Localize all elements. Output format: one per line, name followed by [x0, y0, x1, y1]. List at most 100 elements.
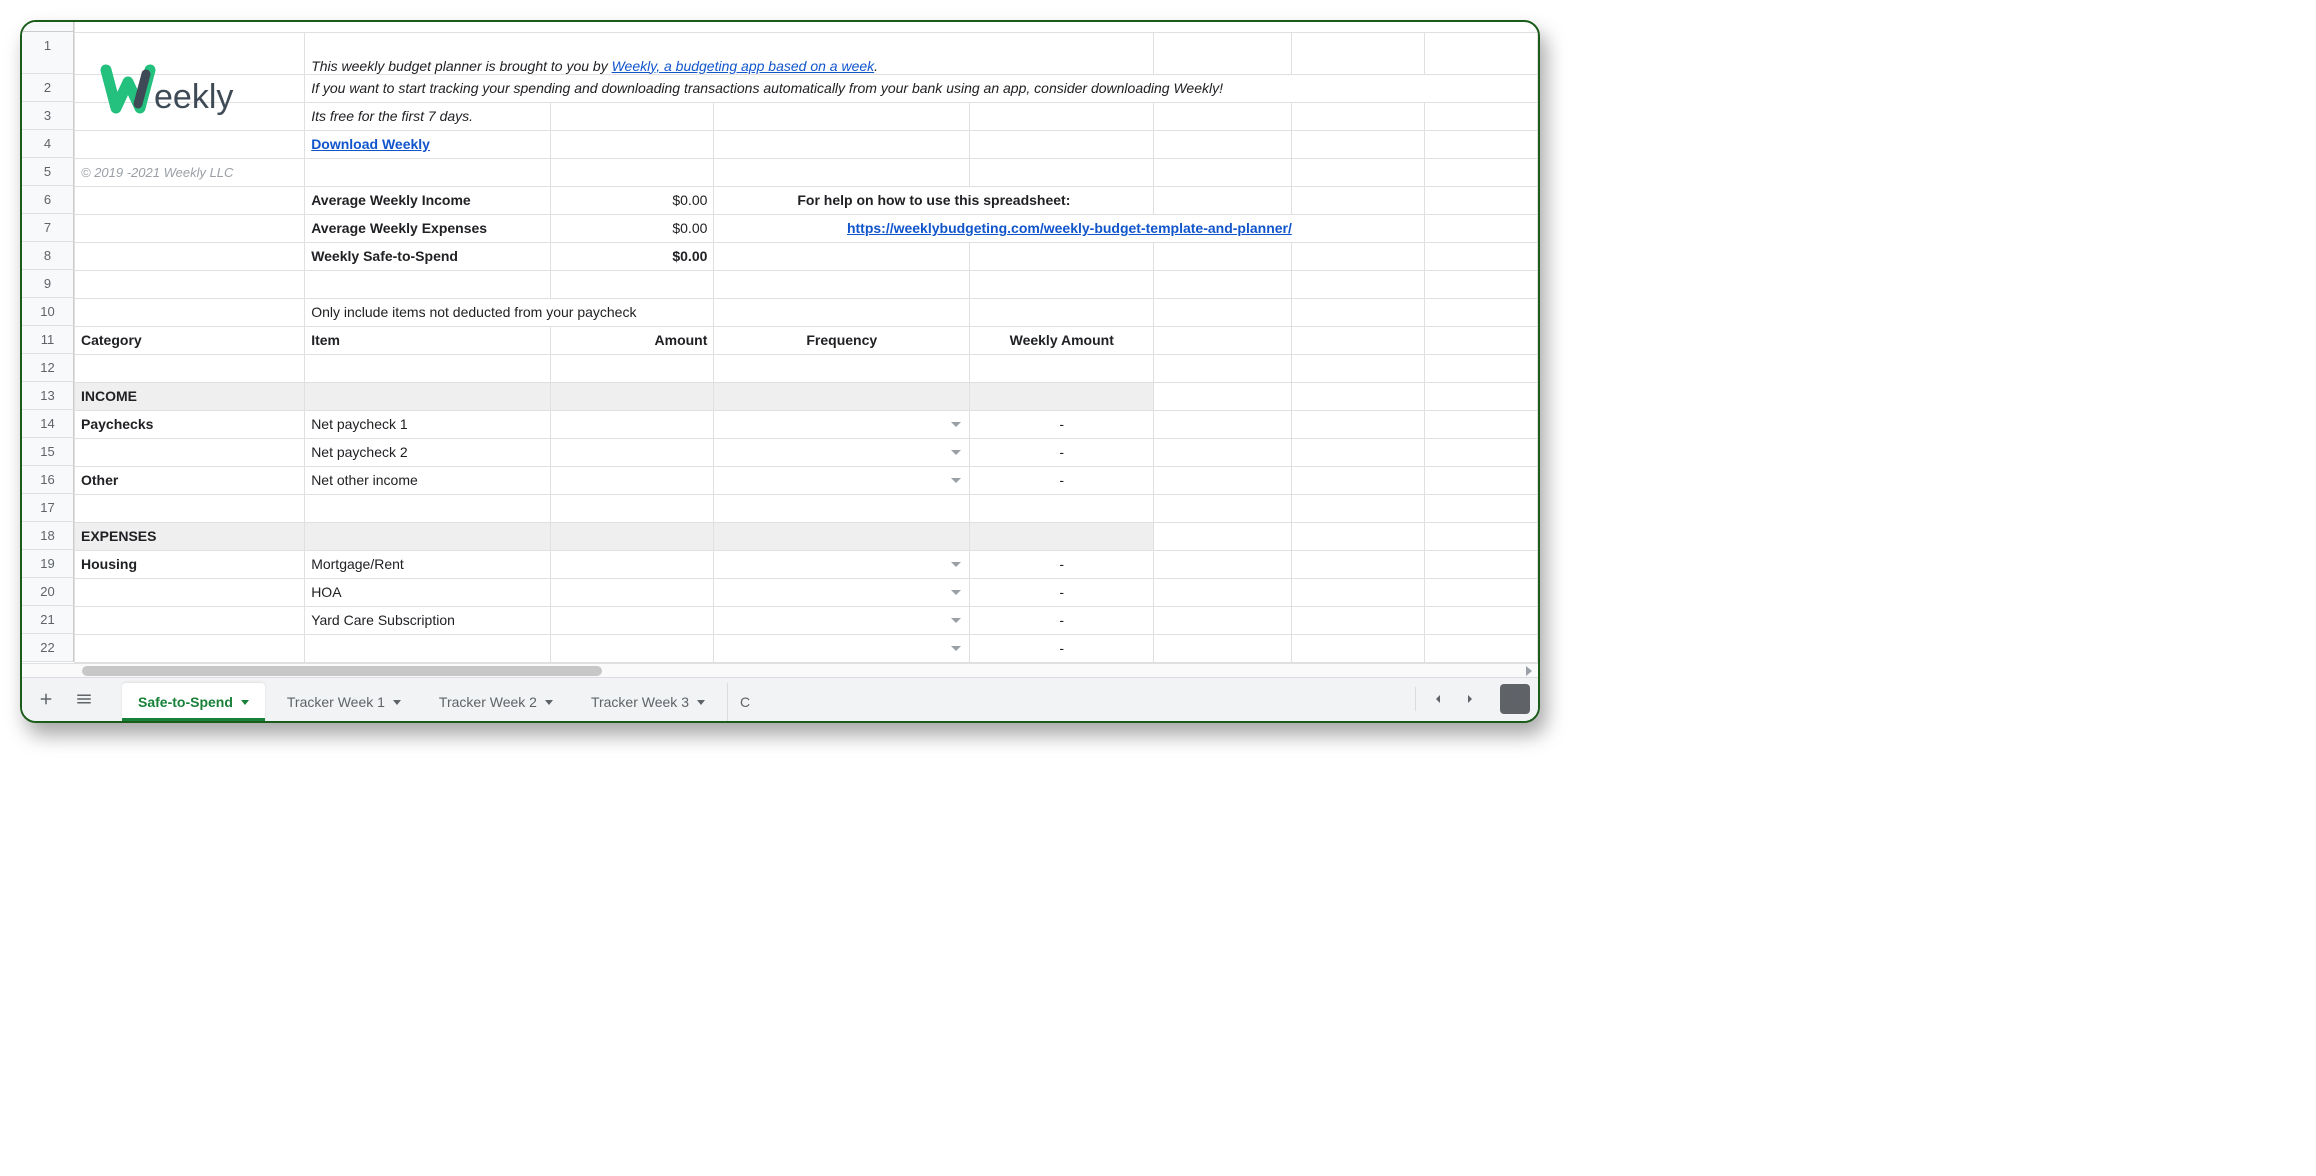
cell-avg-exp-label[interactable]: Average Weekly Expenses: [305, 214, 551, 242]
cell[interactable]: [1292, 578, 1425, 606]
cell[interactable]: [1425, 298, 1538, 326]
scrollbar-thumb[interactable]: [82, 666, 602, 676]
tab-tracker-week-2[interactable]: Tracker Week 2: [423, 683, 569, 721]
cell[interactable]: [1292, 242, 1425, 270]
tab-tracker-week-1[interactable]: Tracker Week 1: [271, 683, 417, 721]
section-income[interactable]: INCOME: [75, 382, 305, 410]
cell[interactable]: [714, 270, 970, 298]
row-header[interactable]: 4: [22, 130, 74, 158]
header-amount[interactable]: Amount: [550, 326, 714, 354]
cell[interactable]: [1425, 606, 1538, 634]
all-sheets-button[interactable]: [68, 683, 100, 715]
row-header[interactable]: 7: [22, 214, 74, 242]
cell[interactable]: [75, 606, 305, 634]
row-header[interactable]: 6: [22, 186, 74, 214]
cell[interactable]: [550, 522, 714, 550]
cell[interactable]: [970, 130, 1154, 158]
cell[interactable]: [75, 242, 305, 270]
cell[interactable]: [550, 354, 714, 382]
cell-weekly-amount[interactable]: -: [970, 606, 1154, 634]
cell[interactable]: [550, 102, 714, 130]
cell[interactable]: [75, 32, 305, 74]
cell[interactable]: [305, 634, 551, 662]
cell[interactable]: [1425, 410, 1538, 438]
cell[interactable]: [1292, 32, 1425, 74]
cell[interactable]: [1425, 270, 1538, 298]
cell[interactable]: [1292, 438, 1425, 466]
cell[interactable]: [305, 494, 551, 522]
frequency-dropdown[interactable]: [714, 438, 970, 466]
item-net-other[interactable]: Net other income: [305, 466, 551, 494]
cell[interactable]: [970, 298, 1154, 326]
cell-amount[interactable]: [550, 438, 714, 466]
cell[interactable]: [1425, 102, 1538, 130]
cell[interactable]: [1292, 130, 1425, 158]
item-mortgage[interactable]: Mortgage/Rent: [305, 550, 551, 578]
cell-avg-income-label[interactable]: Average Weekly Income: [305, 186, 551, 214]
cell[interactable]: [75, 298, 305, 326]
cell[interactable]: [75, 578, 305, 606]
row-header[interactable]: 21: [22, 606, 74, 634]
header-item[interactable]: Item: [305, 326, 551, 354]
cell[interactable]: [75, 102, 305, 130]
cell[interactable]: [1425, 186, 1538, 214]
frequency-dropdown[interactable]: [714, 606, 970, 634]
row-header[interactable]: 2: [22, 74, 74, 102]
item-net-paycheck-1[interactable]: Net paycheck 1: [305, 410, 551, 438]
cell-intro-line3[interactable]: Its free for the first 7 days.: [305, 102, 551, 130]
cell[interactable]: [550, 270, 714, 298]
cell[interactable]: [1292, 298, 1425, 326]
cell[interactable]: [1292, 326, 1425, 354]
cell-weekly-amount[interactable]: -: [970, 438, 1154, 466]
cell-safe-label[interactable]: Weekly Safe-to-Spend: [305, 242, 551, 270]
row-header[interactable]: 17: [22, 494, 74, 522]
cell-avg-income-value[interactable]: $0.00: [550, 186, 714, 214]
cell-weekly-amount[interactable]: -: [970, 466, 1154, 494]
frequency-dropdown[interactable]: [714, 550, 970, 578]
cell[interactable]: [1154, 32, 1292, 74]
cell-intro-line1[interactable]: This weekly budget planner is brought to…: [305, 32, 1154, 74]
cell[interactable]: [1425, 354, 1538, 382]
cell[interactable]: [305, 270, 551, 298]
cell[interactable]: [970, 382, 1154, 410]
item-hoa[interactable]: HOA: [305, 578, 551, 606]
cell[interactable]: [714, 298, 970, 326]
cell-avg-exp-value[interactable]: $0.00: [550, 214, 714, 242]
cell[interactable]: [1292, 186, 1425, 214]
cell-amount[interactable]: [550, 634, 714, 662]
cell[interactable]: [1154, 578, 1292, 606]
cell[interactable]: [1425, 242, 1538, 270]
row-header[interactable]: 12: [22, 354, 74, 382]
cell[interactable]: [970, 158, 1154, 186]
row-header[interactable]: 13: [22, 382, 74, 410]
category-paychecks[interactable]: Paychecks: [75, 410, 305, 438]
cell[interactable]: [1154, 354, 1292, 382]
cell[interactable]: [550, 494, 714, 522]
row-header[interactable]: 3: [22, 102, 74, 130]
cell[interactable]: [1154, 158, 1292, 186]
cell[interactable]: [550, 158, 714, 186]
cell[interactable]: [970, 270, 1154, 298]
cell[interactable]: [1154, 326, 1292, 354]
cell[interactable]: [75, 438, 305, 466]
cell-help-label[interactable]: For help on how to use this spreadsheet:: [714, 186, 1154, 214]
cell[interactable]: [970, 242, 1154, 270]
cell[interactable]: [1154, 242, 1292, 270]
cell-weekly-amount[interactable]: -: [970, 578, 1154, 606]
row-header[interactable]: 16: [22, 466, 74, 494]
cell[interactable]: [75, 130, 305, 158]
cell[interactable]: [1425, 522, 1538, 550]
cell[interactable]: [1292, 466, 1425, 494]
cell[interactable]: [75, 354, 305, 382]
explore-button[interactable]: [1500, 684, 1530, 714]
cell[interactable]: [970, 354, 1154, 382]
cell-weekly-amount[interactable]: -: [970, 634, 1154, 662]
cell[interactable]: [1425, 214, 1538, 242]
cell[interactable]: [1292, 606, 1425, 634]
tab-scroll-right-button[interactable]: [1456, 685, 1484, 713]
category-housing[interactable]: Housing: [75, 550, 305, 578]
cell[interactable]: [305, 382, 551, 410]
row-header[interactable]: 5: [22, 158, 74, 186]
horizontal-scrollbar[interactable]: [22, 663, 1538, 677]
row-header[interactable]: 1: [22, 32, 74, 74]
